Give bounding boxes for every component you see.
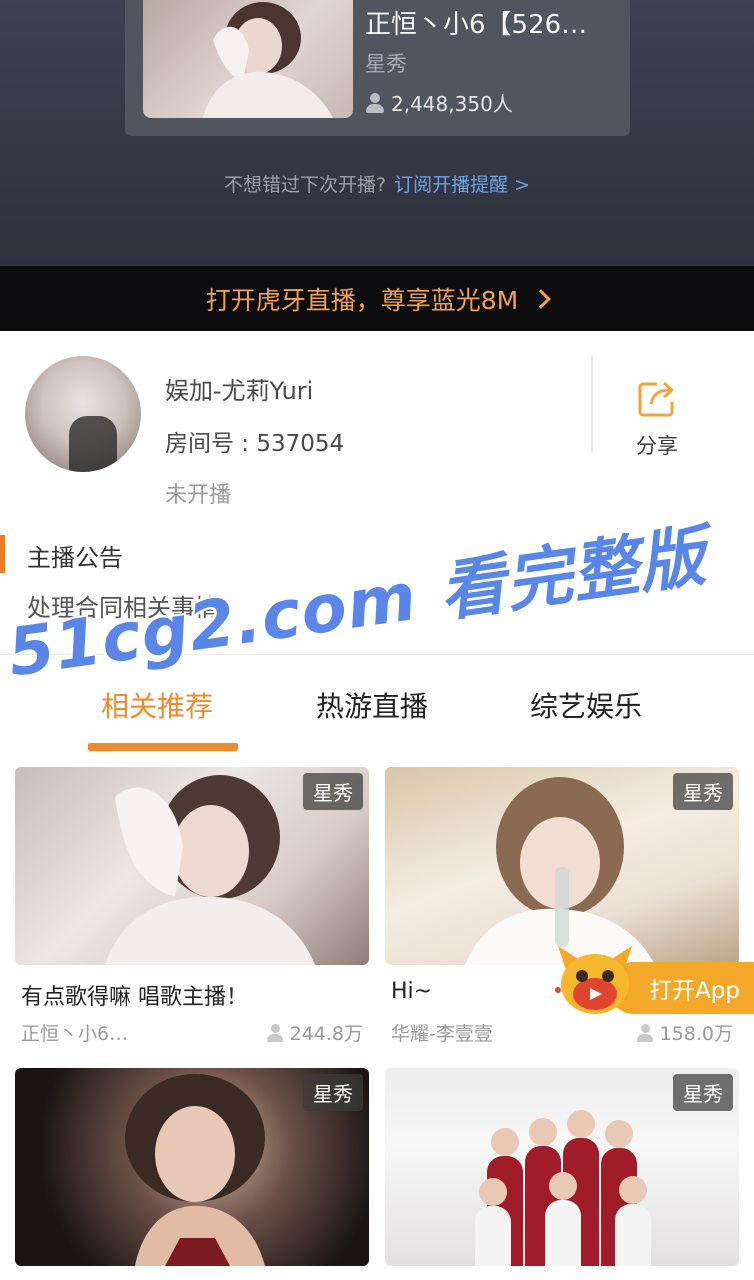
- active-tab-indicator: [88, 743, 238, 751]
- viewer-count: 158.0万: [636, 1019, 733, 1046]
- user-icon: [266, 1023, 284, 1042]
- stream-thumbnail: 星秀: [15, 767, 369, 965]
- tab-related[interactable]: 相关推荐: [101, 685, 213, 725]
- last-stream-category: 星秀: [365, 52, 407, 76]
- stream-thumbnail: 星秀: [385, 1068, 739, 1266]
- user-icon: [365, 92, 385, 113]
- stream-title: Hi~: [391, 979, 433, 1004]
- stream-title: 有点歌得嘛 唱歌主播！: [21, 985, 248, 1010]
- last-stream-title: 正恒丶小6【526…: [365, 10, 588, 40]
- stream-thumbnail: 星秀: [385, 767, 739, 965]
- stream-owner: 正恒丶小6…: [21, 1023, 129, 1045]
- category-tag: 星秀: [673, 1074, 733, 1111]
- open-app-label: 打开App: [649, 978, 740, 1004]
- streamer-info: 娱加-尤莉Yuri 房间号 : 537054 未开播 分享: [0, 331, 754, 526]
- subscribe-link[interactable]: 订阅开播提醒 >: [394, 174, 530, 196]
- category-tag: 星秀: [303, 1074, 363, 1111]
- announcement-text: 处理合同相关事情: [27, 594, 219, 622]
- viewer-count-value: 158.0万: [659, 1023, 733, 1045]
- stream-thumbnail: 星秀: [15, 1068, 369, 1266]
- last-stream-viewer-count: 2,448,350人: [391, 92, 513, 116]
- share-button[interactable]: 分享: [622, 376, 692, 460]
- recommendation-tabs: 相关推荐 热游直播 综艺娱乐: [0, 670, 754, 752]
- last-stream-thumbnail: [143, 0, 353, 118]
- stream-card[interactable]: 星秀 有点歌得嘛 唱歌主播！ 正恒丶小6… 244.8万: [15, 767, 369, 1047]
- last-stream-viewers: 2,448,350人: [365, 88, 513, 117]
- stream-card[interactable]: 星秀: [15, 1068, 369, 1268]
- tab-hot-games[interactable]: 热游直播: [316, 685, 428, 725]
- subscribe-prompt: 不想错过下次开播?: [223, 174, 387, 196]
- huya-mascot-icon: [554, 940, 636, 1018]
- share-icon: [637, 376, 677, 418]
- section-divider: [0, 654, 754, 655]
- subscribe-row: 不想错过下次开播? 订阅开播提醒 >: [0, 170, 754, 197]
- viewer-count-value: 244.8万: [289, 1023, 363, 1045]
- open-app-banner-text: 打开虎牙直播，尊享蓝光8M: [205, 285, 519, 315]
- user-icon: [636, 1023, 654, 1042]
- offline-player-area: 正恒丶小6【526… 星秀 2,448,350人 不想错过下次开播? 订阅开播提醒…: [0, 0, 754, 266]
- room-number: 房间号 : 537054: [165, 431, 345, 457]
- figure: [475, 1178, 511, 1266]
- open-app-banner[interactable]: 打开虎牙直播，尊享蓝光8M: [0, 266, 754, 331]
- category-tag: 星秀: [303, 773, 363, 810]
- streamer-avatar[interactable]: [25, 356, 141, 472]
- floating-open-app[interactable]: 打开App: [548, 940, 754, 1020]
- streamer-name: 娱加-尤莉Yuri: [165, 377, 314, 405]
- divider: [591, 356, 593, 452]
- share-label: 分享: [636, 434, 678, 458]
- announcement-title: 主播公告: [27, 544, 123, 572]
- chevron-right-icon: [531, 288, 552, 309]
- live-status: 未开播: [165, 483, 232, 508]
- figure: [615, 1176, 651, 1266]
- viewer-count: 244.8万: [266, 1019, 363, 1046]
- stream-card[interactable]: 星秀: [385, 1068, 739, 1268]
- last-stream-card[interactable]: 正恒丶小6【526… 星秀 2,448,350人: [125, 0, 630, 136]
- tab-variety[interactable]: 综艺娱乐: [530, 685, 642, 725]
- category-tag: 星秀: [673, 773, 733, 810]
- stream-owner: 华耀-李壹壹: [391, 1023, 493, 1045]
- announcement-accent-bar: [0, 535, 5, 573]
- live-room-page: 正恒丶小6【526… 星秀 2,448,350人 不想错过下次开播? 订阅开播提醒…: [0, 0, 754, 1280]
- figure: [545, 1172, 581, 1266]
